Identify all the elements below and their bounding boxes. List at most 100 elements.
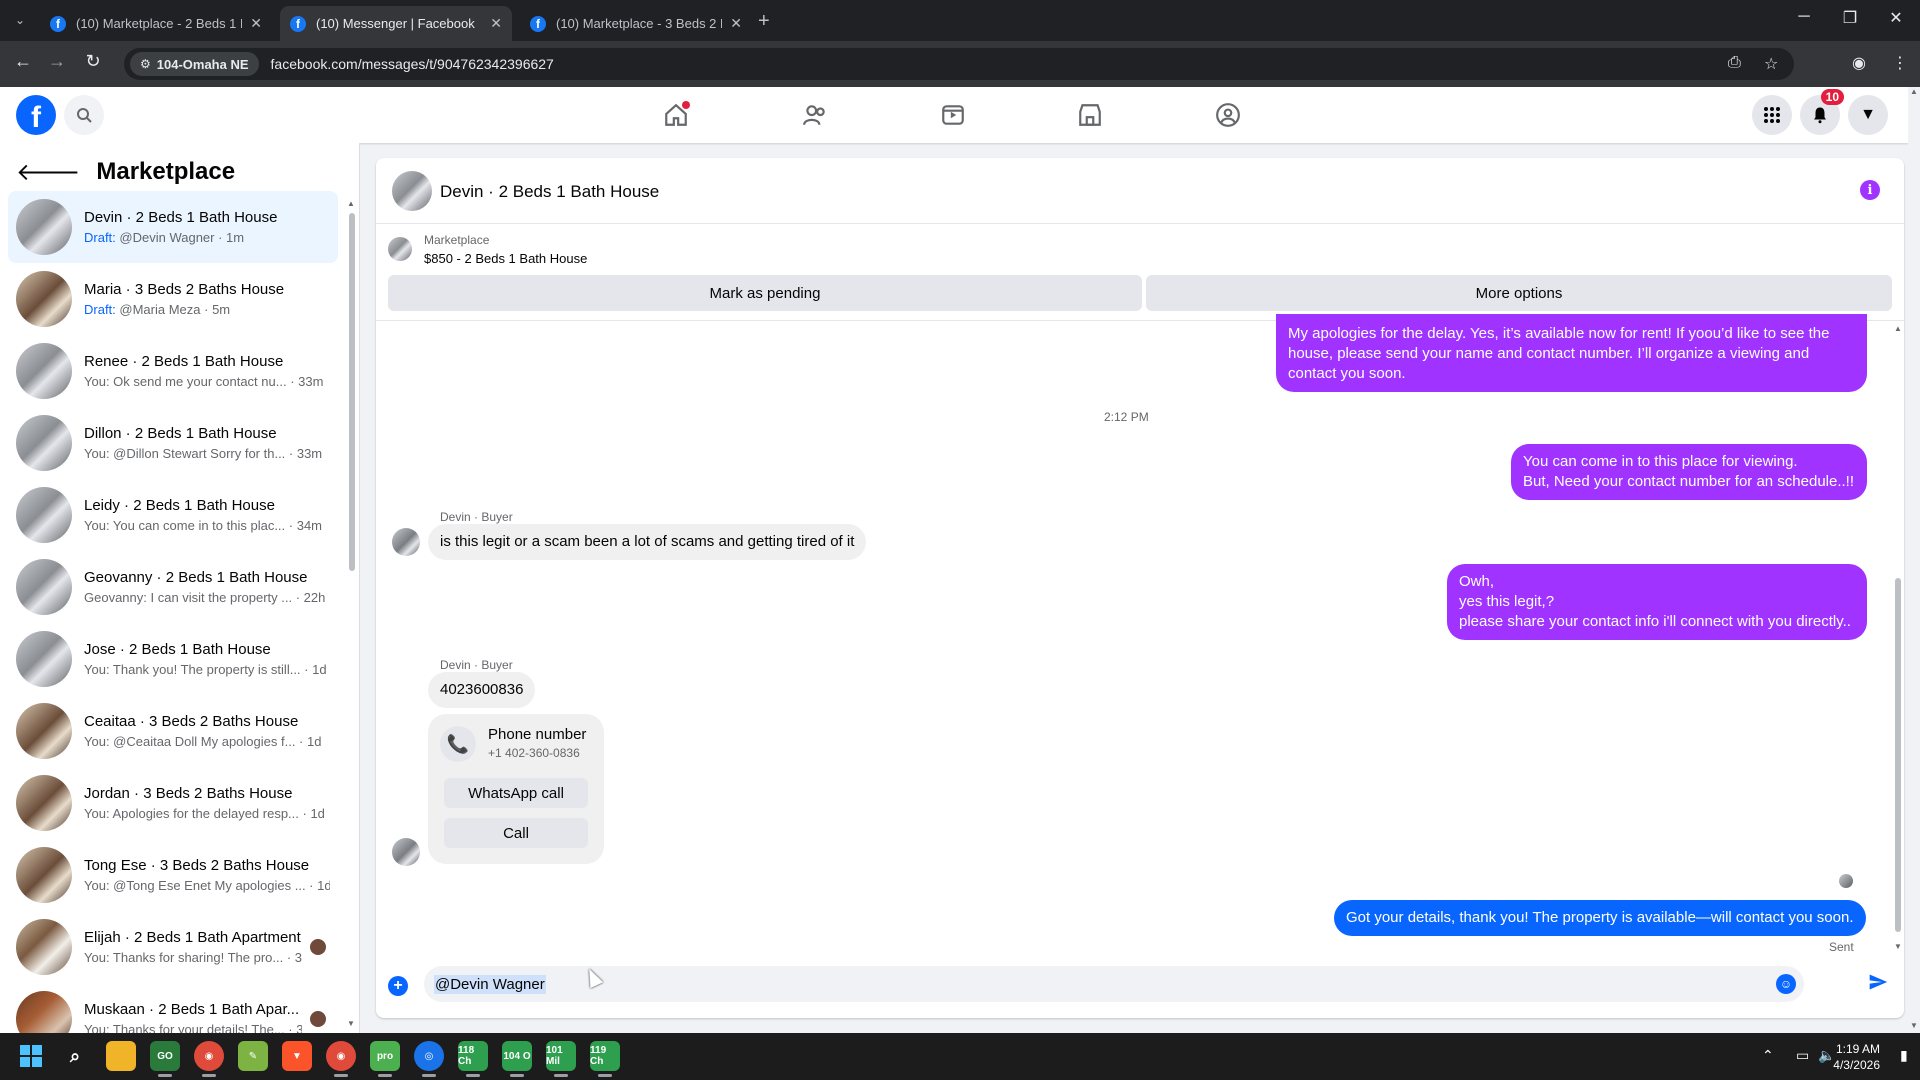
brave-browser-icon[interactable]: ▼: [282, 1041, 312, 1071]
conversation-item[interactable]: Jordan · 3 Beds 2 Baths House You: Apolo…: [8, 767, 338, 839]
tray-chevron-icon[interactable]: ⌃: [1762, 1047, 1774, 1064]
message-line: Owh,: [1459, 573, 1495, 590]
friends-icon[interactable]: [799, 99, 831, 131]
message-composer: + @Devin Wagner ☺: [376, 958, 1904, 1018]
facebook-logo-icon[interactable]: f: [16, 95, 56, 135]
listing-thumbnail: [16, 703, 72, 759]
page-scrollbar[interactable]: ▲ ▼: [1908, 87, 1920, 1033]
info-icon[interactable]: i: [1860, 180, 1880, 200]
conversation-item[interactable]: Maria · 3 Beds 2 Baths House Draft: @Mar…: [8, 263, 338, 335]
browser-menu-icon[interactable]: ⋮: [1892, 53, 1908, 73]
facebook-favicon-icon: f: [290, 15, 306, 32]
browser-app-icon[interactable]: ◎: [414, 1041, 444, 1077]
back-arrow-icon[interactable]: 🡐: [16, 157, 80, 187]
phone-number-value: +1 402-360-0836: [488, 746, 580, 760]
scroll-up-icon[interactable]: ▲: [1910, 87, 1918, 96]
call-button[interactable]: Call: [444, 818, 588, 848]
home-icon[interactable]: [660, 99, 692, 131]
minimize-icon[interactable]: ─: [1784, 8, 1824, 26]
bookmark-star-icon[interactable]: ☆: [1764, 54, 1778, 74]
close-window-icon[interactable]: ✕: [1876, 8, 1916, 28]
tab-close-icon[interactable]: ✕: [250, 15, 262, 32]
sender-label: Devin · Buyer: [440, 658, 513, 672]
chat-title[interactable]: Devin · 2 Beds 1 Bath House: [440, 182, 659, 202]
network-icon[interactable]: ▭: [1796, 1047, 1809, 1064]
tab-close-icon[interactable]: ✕: [490, 15, 502, 32]
taskbar-app-119[interactable]: 119 Ch: [590, 1041, 620, 1077]
address-bar[interactable]: ⚙ 104-Omaha NE facebook.com/messages/t/9…: [124, 48, 1794, 80]
taskbar-app-104[interactable]: 104 O: [502, 1041, 532, 1077]
profile-app-icon[interactable]: pro: [370, 1041, 400, 1077]
video-icon[interactable]: [937, 99, 969, 131]
buyer-avatar[interactable]: [392, 528, 420, 556]
preview-text: You: @Ceaitaa Doll My apologies f... · 1…: [84, 734, 322, 749]
seen-avatar: [1839, 874, 1853, 888]
search-icon[interactable]: ⌕: [60, 1041, 90, 1071]
conversation-item[interactable]: Elijah · 2 Beds 1 Bath Apartment You: Th…: [8, 911, 338, 983]
emoji-icon[interactable]: ☺: [1776, 974, 1796, 994]
forward-arrow-icon[interactable]: →: [44, 51, 70, 72]
mark-as-pending-button[interactable]: Mark as pending: [388, 275, 1142, 311]
browser-tab-messenger[interactable]: f (10) Messenger | Facebook ✕: [280, 6, 512, 41]
site-info-chip[interactable]: ⚙ 104-Omaha NE: [130, 52, 259, 76]
preview-text: @Maria Meza · 5m: [115, 302, 231, 317]
file-explorer-icon[interactable]: [106, 1041, 136, 1071]
sidebar-scrollbar[interactable]: ▲: [347, 199, 355, 919]
chat-scrollbar[interactable]: ▲ ▼: [1894, 324, 1902, 952]
tab-search-button[interactable]: ⌄: [8, 8, 32, 32]
whatsapp-call-button[interactable]: WhatsApp call: [444, 778, 588, 808]
add-attachment-icon[interactable]: +: [388, 976, 408, 996]
windows-start-icon[interactable]: [16, 1041, 46, 1071]
message-input[interactable]: @Devin Wagner ☺: [424, 966, 1804, 1002]
install-app-icon[interactable]: ⎙: [1728, 54, 1741, 72]
marketplace-icon[interactable]: [1074, 99, 1106, 131]
restore-icon[interactable]: ❐: [1830, 8, 1870, 28]
taskbar-app-101[interactable]: 101 Mil: [546, 1041, 576, 1077]
buyer-avatar[interactable]: [392, 838, 420, 866]
more-options-button[interactable]: More options: [1146, 275, 1892, 311]
browser-tab-marketplace-2[interactable]: f (10) Marketplace - 3 Beds 2 Bath ✕: [520, 6, 752, 41]
chrome-profile-icon[interactable]: ◉: [326, 1041, 356, 1077]
listing-thumbnail: [16, 775, 72, 831]
chrome-icon[interactable]: ◉: [194, 1041, 224, 1077]
scroll-up-icon[interactable]: ▲: [1894, 324, 1902, 333]
marketplace-listing-strip: Marketplace $850 - 2 Beds 1 Bath House M…: [376, 225, 1904, 321]
new-tab-button[interactable]: +: [758, 10, 770, 33]
scroll-down-icon[interactable]: ▼: [1910, 1021, 1918, 1030]
scroll-down-icon[interactable]: ▼: [347, 1019, 355, 1028]
url-text[interactable]: facebook.com/messages/t/904762342396627: [271, 56, 554, 72]
sent-status: Sent: [1829, 940, 1854, 954]
scrollbar-thumb[interactable]: [349, 213, 355, 571]
conversation-item[interactable]: Dillon · 2 Beds 1 Bath House You: @Dillo…: [8, 407, 338, 479]
taskbar-app-118[interactable]: 118 Ch: [458, 1041, 488, 1077]
send-icon[interactable]: [1868, 972, 1888, 998]
conversation-item[interactable]: Renee · 2 Beds 1 Bath House You: Ok send…: [8, 335, 338, 407]
scroll-down-icon[interactable]: ▼: [1894, 942, 1902, 951]
account-dropdown-icon[interactable]: ▼: [1848, 95, 1888, 135]
menu-grid-icon[interactable]: [1752, 95, 1792, 135]
conversation-item[interactable]: Tong Ese · 3 Beds 2 Baths House You: @To…: [8, 839, 338, 911]
system-clock[interactable]: 1:19 AM 4/3/2026: [1833, 1041, 1880, 1073]
conversation-item[interactable]: Jose · 2 Beds 1 Bath House You: Thank yo…: [8, 623, 338, 695]
profile-icon[interactable]: ◉: [1852, 53, 1866, 73]
listing-title[interactable]: $850 - 2 Beds 1 Bath House: [424, 251, 587, 266]
groups-icon[interactable]: [1212, 99, 1244, 131]
notifications-bell-icon[interactable]: 10: [1800, 89, 1844, 135]
conversation-item[interactable]: Geovanny · 2 Beds 1 Bath House Geovanny:…: [8, 551, 338, 623]
scroll-up-icon[interactable]: ▲: [347, 199, 355, 208]
preview-text: You: Apologies for the delayed resp... ·…: [84, 806, 325, 821]
notes-app-icon[interactable]: ✎: [238, 1041, 268, 1071]
search-icon[interactable]: [64, 95, 104, 135]
conversation-item[interactable]: Ceaitaa · 3 Beds 2 Baths House You: @Cea…: [8, 695, 338, 767]
conversation-item[interactable]: Devin · 2 Beds 1 Bath House Draft: @Devi…: [8, 191, 338, 263]
conversation-item[interactable]: Muskaan · 2 Beds 1 Bath Apar... You: Tha…: [8, 983, 338, 1033]
tab-close-icon[interactable]: ✕: [730, 15, 742, 32]
chat-avatar[interactable]: [392, 171, 432, 211]
reload-icon[interactable]: ↻: [80, 51, 106, 72]
browser-tab-marketplace-1[interactable]: f (10) Marketplace - 2 Beds 1 Bath ✕: [40, 6, 272, 41]
conversation-item[interactable]: Leidy · 2 Beds 1 Bath House You: You can…: [8, 479, 338, 551]
app-icon[interactable]: GO: [150, 1041, 180, 1077]
scrollbar-thumb[interactable]: [1895, 578, 1901, 932]
notification-center-icon[interactable]: ▮: [1900, 1047, 1908, 1064]
back-arrow-icon[interactable]: ←: [10, 51, 36, 72]
